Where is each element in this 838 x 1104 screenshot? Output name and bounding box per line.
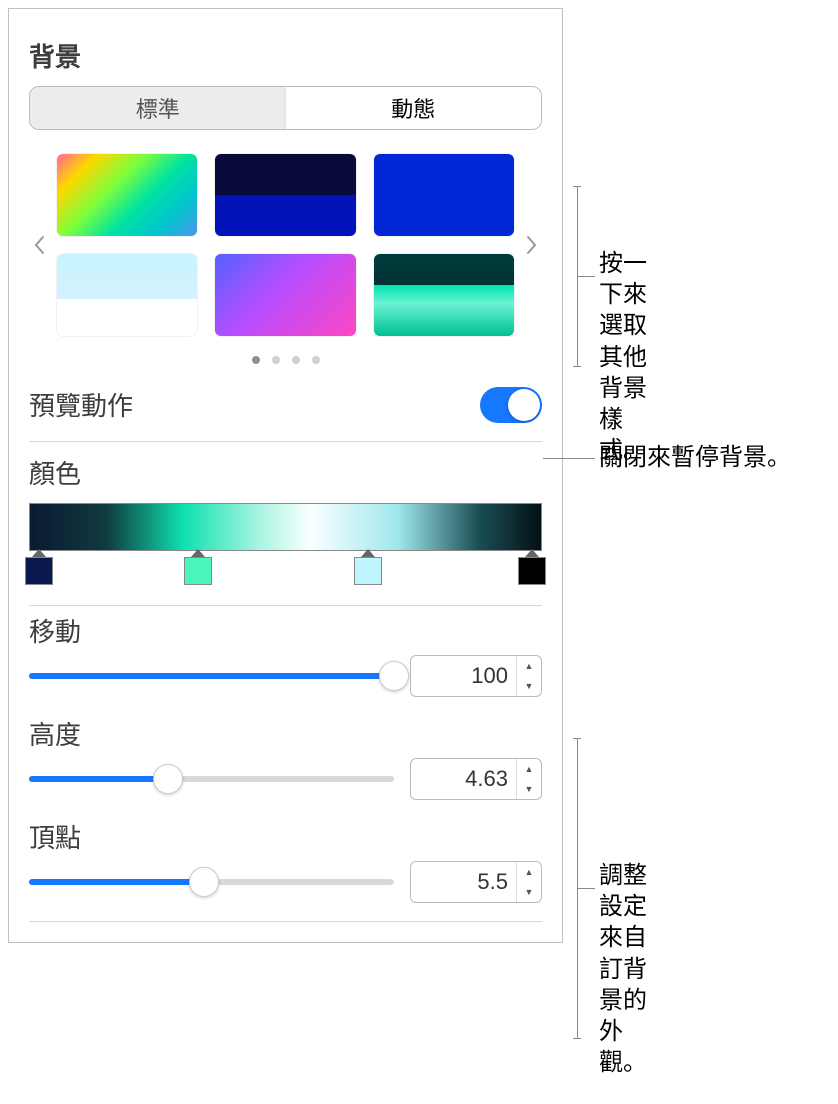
page-dot[interactable] xyxy=(292,356,300,364)
stepper-up-icon[interactable]: ▲ xyxy=(517,656,541,676)
color-heading: 顏色 xyxy=(29,454,542,491)
color-stop[interactable] xyxy=(518,555,546,585)
value-input[interactable]: 5.5 xyxy=(411,862,516,902)
slider-height-label: 高度 xyxy=(29,715,542,752)
slider-apex-label: 頂點 xyxy=(29,818,542,855)
callout-bracket-cap xyxy=(573,1038,581,1039)
background-settings-panel: 背景 標準 動態 預覽動作 顏色 xyxy=(8,8,563,943)
background-heading: 背景 xyxy=(29,37,542,74)
slider-thumb[interactable] xyxy=(379,661,409,691)
color-stop[interactable] xyxy=(25,555,53,585)
gallery-prev-chevron[interactable] xyxy=(29,225,49,265)
slider-apex[interactable] xyxy=(29,879,394,885)
slider-thumb[interactable] xyxy=(153,764,183,794)
stepper-up-icon[interactable]: ▲ xyxy=(517,862,541,882)
segment-standard[interactable]: 標準 xyxy=(30,87,286,129)
background-thumbnail[interactable] xyxy=(57,254,197,336)
color-stops-row xyxy=(29,555,542,589)
segment-dynamic[interactable]: 動態 xyxy=(286,87,542,129)
background-thumbnail[interactable] xyxy=(215,154,355,236)
background-thumbnail[interactable] xyxy=(215,254,355,336)
page-dot[interactable] xyxy=(252,356,260,364)
value-input[interactable]: 100 xyxy=(411,656,516,696)
background-type-segmented[interactable]: 標準 動態 xyxy=(29,86,542,130)
callout-bracket-cap xyxy=(573,366,581,367)
stepper-down-icon[interactable]: ▼ xyxy=(517,882,541,902)
background-thumbnail[interactable] xyxy=(57,154,197,236)
callout-leader xyxy=(543,458,595,459)
preview-motion-label: 預覽動作 xyxy=(29,386,133,423)
page-dot[interactable] xyxy=(312,356,320,364)
slider-fill xyxy=(29,673,394,679)
gallery-page-dots xyxy=(29,356,542,364)
background-thumbnail[interactable] xyxy=(374,154,514,236)
callout-bracket-cap xyxy=(573,738,581,739)
background-thumbnail[interactable] xyxy=(374,254,514,336)
slider-height-value[interactable]: 4.63 ▲ ▼ xyxy=(410,758,542,800)
slider-move[interactable] xyxy=(29,673,394,679)
slider-thumb[interactable] xyxy=(189,867,219,897)
slider-fill xyxy=(29,879,204,885)
divider xyxy=(29,921,542,922)
slider-apex-value[interactable]: 5.5 ▲ ▼ xyxy=(410,861,542,903)
page-dot[interactable] xyxy=(272,356,280,364)
toggle-knob xyxy=(508,389,540,421)
slider-fill xyxy=(29,776,168,782)
stepper-up-icon[interactable]: ▲ xyxy=(517,759,541,779)
callout-bracket-cap xyxy=(573,186,581,187)
callout-sliders-text: 調整設定來自訂背景的外觀。 xyxy=(599,860,647,1078)
slider-height[interactable] xyxy=(29,776,394,782)
color-stop[interactable] xyxy=(354,555,382,585)
slider-move-label: 移動 xyxy=(29,612,542,649)
stepper-down-icon[interactable]: ▼ xyxy=(517,779,541,799)
stepper-down-icon[interactable]: ▼ xyxy=(517,676,541,696)
background-thumbnail-grid xyxy=(49,154,522,336)
divider xyxy=(29,441,542,442)
slider-move-value[interactable]: 100 ▲ ▼ xyxy=(410,655,542,697)
slider-settings: 移動 100 ▲ ▼ 高度 4.63 ▲ xyxy=(29,612,542,922)
value-input[interactable]: 4.63 xyxy=(411,759,516,799)
preview-motion-toggle[interactable] xyxy=(480,387,542,423)
color-stop[interactable] xyxy=(184,555,212,585)
divider xyxy=(29,605,542,606)
callout-gallery-text: 按一下來選取其他背景樣式。 xyxy=(599,248,647,466)
callout-leader xyxy=(577,276,595,277)
callout-leader xyxy=(577,888,595,889)
gallery-next-chevron[interactable] xyxy=(522,225,542,265)
callout-toggle-text: 關閉來暫停背景。 xyxy=(599,442,791,473)
color-gradient-bar[interactable] xyxy=(29,503,542,551)
